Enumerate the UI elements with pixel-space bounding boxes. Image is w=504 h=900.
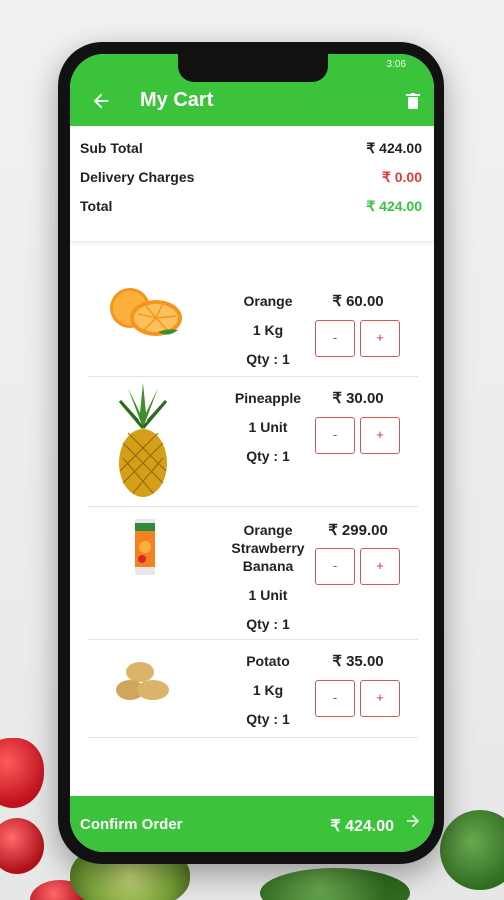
item-unit: 1 Kg [252,682,284,698]
item-name: Orange [243,293,293,309]
item-qty: Qty : 1 [246,448,290,464]
decrease-qty-button[interactable]: - [315,417,355,454]
confirm-order-button[interactable]: Confirm Order ₹ 424.00 [70,796,434,852]
subtotal-row: Sub Total ₹ 424.00 [80,140,422,162]
item-name: Potato [246,653,290,669]
item-details: Orange 1 Kg Qty : 1 [218,292,318,368]
item-name-line: Banana [242,558,294,574]
confirm-order-total: ₹ 424.00 [330,818,394,835]
total-value: ₹ 424.00 [366,198,422,214]
trash-icon [406,93,420,109]
clear-cart-button[interactable] [400,88,426,114]
strawberry-decoration [0,738,44,808]
item-details: Orange Strawberry Banana 1 Unit Qty : 1 [218,521,318,633]
item-unit: 1 Unit [248,419,288,435]
item-details: Potato 1 Kg Qty : 1 [218,652,318,728]
arrow-right-icon [404,812,422,835]
item-unit: 1 Kg [252,322,284,338]
order-summary: Sub Total ₹ 424.00 Delivery Charges ₹ 0.… [70,126,434,242]
broccoli-decoration [260,868,410,900]
increase-qty-button[interactable]: + [360,417,400,454]
item-price: ₹ 60.00 [332,293,384,310]
cart-item: Potato 1 Kg Qty : 1 ₹ 35.00 - + [88,640,418,738]
item-qty: Qty : 1 [246,616,290,632]
decrease-qty-button[interactable]: - [315,548,355,585]
item-name-line: Strawberry [231,540,305,556]
item-name: Pineapple [234,390,302,406]
strawberry-decoration [0,818,44,874]
back-button[interactable] [86,86,116,116]
cart-item: Orange 1 Kg Qty : 1 ₹ 60.00 - + [88,274,418,377]
juice-pack-image [98,517,188,577]
decrease-qty-button[interactable]: - [315,320,355,357]
orange-image [98,284,188,344]
delivery-row: Delivery Charges ₹ 0.00 [80,169,422,191]
broccoli-decoration [440,810,504,890]
delivery-label: Delivery Charges [80,169,195,185]
item-unit: 1 Unit [248,587,288,603]
increase-qty-button[interactable]: + [360,548,400,585]
phone-frame: 3:06 My Cart Sub Total ₹ 424.00 Delivery… [58,42,444,864]
status-time: 3:06 [386,59,406,70]
delivery-value: ₹ 0.00 [381,169,422,185]
total-label: Total [80,198,113,214]
phone-notch [178,54,328,82]
item-qty: Qty : 1 [246,711,290,727]
item-price: ₹ 299.00 [328,522,388,539]
cart-item: Orange Strawberry Banana 1 Unit Qty : 1 … [88,507,418,640]
item-details: Pineapple 1 Unit Qty : 1 [218,389,318,465]
item-qty: Qty : 1 [246,351,290,367]
item-name-line: Orange [243,522,293,538]
confirm-order-label: Confirm Order [80,816,183,833]
page-title: My Cart [140,89,214,111]
decrease-qty-button[interactable]: - [315,680,355,717]
item-price: ₹ 35.00 [332,653,384,670]
cart-item: Pineapple 1 Unit Qty : 1 ₹ 30.00 - + [88,377,418,507]
potato-image [98,656,188,706]
app-bar: My Cart [70,76,434,126]
app-screen: 3:06 My Cart Sub Total ₹ 424.00 Delivery… [70,54,434,852]
increase-qty-button[interactable]: + [360,680,400,717]
increase-qty-button[interactable]: + [360,320,400,357]
subtotal-label: Sub Total [80,140,143,156]
item-price: ₹ 30.00 [332,390,384,407]
pineapple-image [98,383,188,498]
arrow-left-icon [93,93,109,109]
total-row: Total ₹ 424.00 [80,198,422,220]
subtotal-value: ₹ 424.00 [366,140,422,156]
